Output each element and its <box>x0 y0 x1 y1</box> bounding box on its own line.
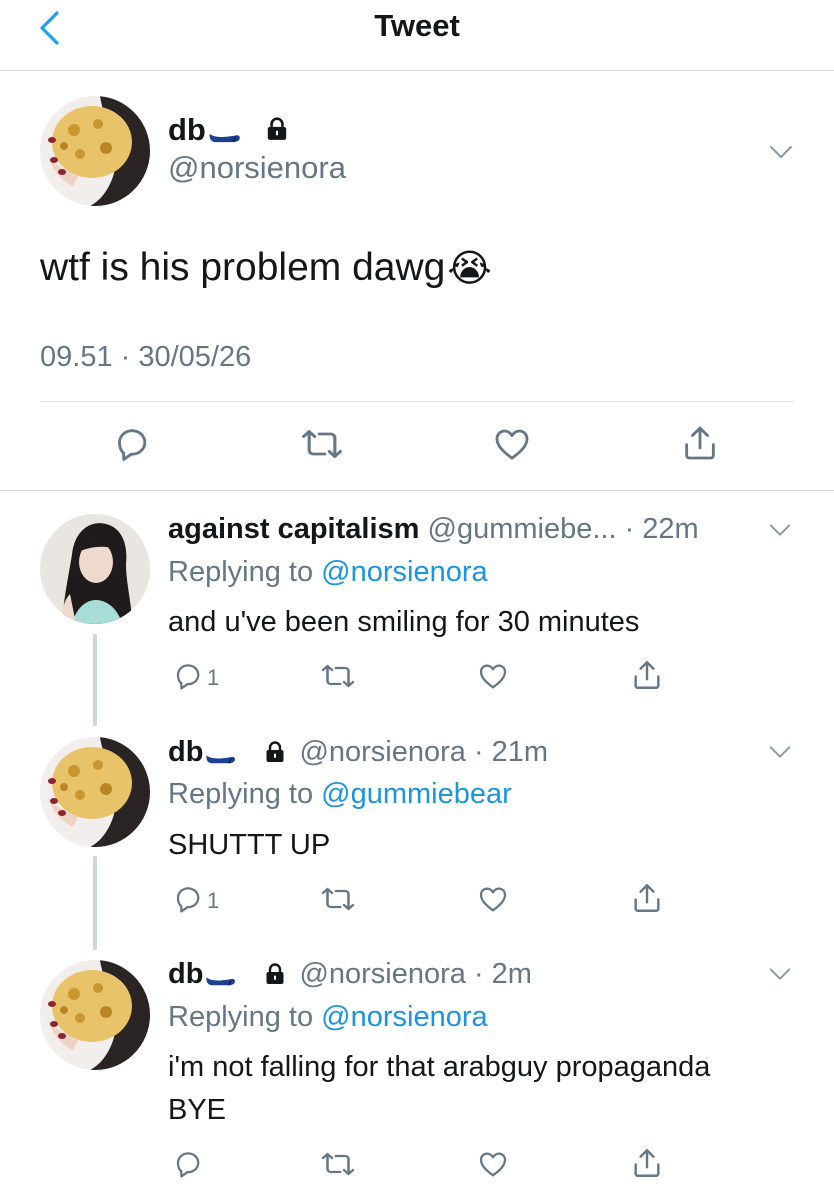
crying-emoji: 😭 <box>447 246 492 290</box>
retweet-icon[interactable] <box>320 660 356 692</box>
section-divider <box>0 490 834 491</box>
tweet-text: wtf is his problem dawg <box>40 246 446 289</box>
replying-to-label: Replying to <box>168 778 314 810</box>
reply-text: and u've been smiling for 30 minutes <box>168 606 640 638</box>
retweet-icon[interactable] <box>320 883 356 915</box>
reply-count: 1 <box>207 665 220 690</box>
like-icon[interactable] <box>476 883 510 915</box>
replying-to: Replying to @norsienora <box>168 1000 488 1034</box>
like-icon[interactable] <box>492 424 532 464</box>
share-icon[interactable] <box>630 881 664 915</box>
reply-icon[interactable] <box>172 660 204 692</box>
display-name[interactable]: db <box>168 735 203 769</box>
avatar[interactable] <box>40 960 150 1070</box>
handle-and-time[interactable]: @gummiebe... · 22m <box>428 513 699 545</box>
lock-icon <box>264 116 290 142</box>
reply-text: i'm not falling for that arabguy propaga… <box>168 1051 711 1083</box>
reply-header: db @norsienora · 2m <box>168 957 532 991</box>
avatar[interactable] <box>40 96 150 206</box>
like-icon[interactable] <box>476 660 510 692</box>
shoe-emoji-icon <box>208 130 242 144</box>
avatar[interactable] <box>40 737 150 847</box>
divider <box>40 401 794 402</box>
replying-to-handle[interactable]: @gummiebear <box>321 778 512 810</box>
share-icon[interactable] <box>680 422 720 464</box>
replying-to-handle[interactable]: @norsienora <box>321 556 487 588</box>
tweet-timestamp: 09.51 · 30/05/26 <box>40 341 252 373</box>
like-icon[interactable] <box>476 1148 510 1180</box>
display-name[interactable]: against capitalism <box>168 513 419 545</box>
reply-text: SHUTTT UP <box>168 829 331 861</box>
replying-to: Replying to @norsienora <box>168 555 488 589</box>
chevron-down-icon[interactable] <box>766 738 794 766</box>
reply-header: against capitalism @gummiebe... · 22m <box>168 512 699 546</box>
display-name[interactable]: db <box>168 957 203 991</box>
reply-text: BYE <box>168 1094 227 1126</box>
thread-connector <box>93 856 97 950</box>
navigation-bar: Tweet <box>0 0 834 71</box>
chevron-down-icon[interactable] <box>766 960 794 988</box>
avatar[interactable] <box>40 514 150 624</box>
replying-to-label: Replying to <box>168 556 314 588</box>
reply-icon[interactable] <box>172 1148 204 1180</box>
shoe-emoji-icon <box>205 752 237 765</box>
reply-icon[interactable] <box>172 883 204 915</box>
replying-to-handle[interactable]: @norsienora <box>321 1001 487 1033</box>
handle-and-time[interactable]: @norsienora · 2m <box>299 957 532 991</box>
author-handle[interactable]: @norsienora <box>168 150 346 186</box>
reply-count: 1 <box>207 888 220 913</box>
lock-icon <box>263 962 287 986</box>
share-icon[interactable] <box>630 658 664 692</box>
tweet-text-row: wtf is his problem dawg 😭 <box>40 245 492 291</box>
reply-header: db @norsienora · 21m <box>168 735 548 769</box>
thread-connector <box>93 634 97 726</box>
retweet-icon[interactable] <box>300 424 344 464</box>
handle-and-time[interactable]: @norsienora · 21m <box>299 735 548 769</box>
share-icon[interactable] <box>630 1146 664 1180</box>
page-title: Tweet <box>374 8 460 43</box>
chevron-down-icon[interactable] <box>766 516 794 544</box>
replying-to-label: Replying to <box>168 1001 314 1033</box>
retweet-icon[interactable] <box>320 1148 356 1180</box>
replying-to: Replying to @gummiebear <box>168 777 512 811</box>
lock-icon <box>263 740 287 764</box>
chevron-down-icon[interactable] <box>766 137 796 167</box>
reply-icon[interactable] <box>112 424 152 464</box>
display-name[interactable]: db <box>168 112 206 148</box>
author-name-row: db <box>168 112 290 148</box>
shoe-emoji-icon <box>205 974 237 987</box>
